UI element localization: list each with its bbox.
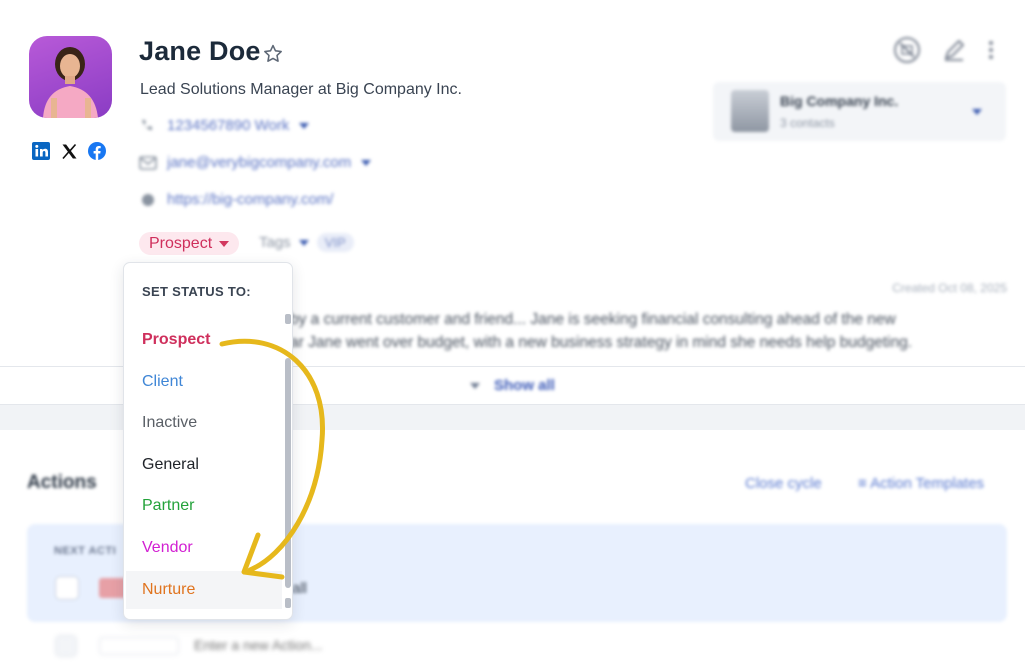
mail-icon bbox=[139, 155, 157, 170]
show-all-label: Show all bbox=[494, 377, 555, 394]
next-action-checkbox[interactable] bbox=[55, 576, 79, 600]
contact-page: Jane Doe Lead Solutions Manager at Big C… bbox=[0, 0, 1025, 670]
email-value: jane@verybigcompany.com bbox=[167, 154, 352, 171]
status-option-client[interactable]: Client bbox=[126, 363, 282, 401]
status-option-label: Vendor bbox=[142, 539, 193, 556]
website-row[interactable]: https://big-company.com/ bbox=[139, 191, 333, 208]
linkedin-icon[interactable] bbox=[32, 142, 50, 160]
tags-label: Tags bbox=[259, 234, 291, 251]
status-option-label: Client bbox=[142, 372, 183, 390]
chevron-down-icon[interactable] bbox=[299, 122, 310, 129]
more-vertical-icon[interactable] bbox=[987, 39, 995, 66]
chevron-down-icon[interactable] bbox=[298, 239, 309, 246]
new-action-row bbox=[27, 634, 1007, 658]
status-option-vendor[interactable]: Vendor bbox=[126, 529, 282, 567]
new-action-checkbox[interactable] bbox=[55, 635, 77, 657]
contact-notes: by a current customer and friend... Jane… bbox=[290, 308, 980, 354]
x-icon[interactable] bbox=[60, 142, 78, 160]
list-icon: ≡ bbox=[858, 475, 871, 492]
company-name: Big Company Inc. bbox=[780, 93, 899, 109]
status-option-nurture[interactable]: Nurture bbox=[126, 570, 282, 609]
chevron-down-icon bbox=[470, 382, 480, 389]
status-dropdown: SET STATUS TO: Prospect Client Inactive Gen… bbox=[123, 262, 293, 620]
action-type-select[interactable] bbox=[99, 637, 179, 655]
status-option-prospect[interactable]: Prospect bbox=[126, 321, 282, 359]
action-templates-label: Action Templates bbox=[870, 475, 985, 492]
company-contacts-count: 3 contacts bbox=[780, 116, 835, 130]
new-action-input[interactable] bbox=[194, 637, 594, 653]
scrollbar-thumb[interactable] bbox=[285, 358, 291, 588]
status-badge[interactable]: Prospect bbox=[139, 232, 240, 255]
scrollbar-top-cap[interactable] bbox=[285, 314, 291, 324]
avatar-portrait bbox=[43, 47, 98, 118]
status-option-inactive[interactable]: Inactive bbox=[126, 404, 282, 442]
header-actions bbox=[893, 36, 995, 69]
unsubscribe-icon[interactable] bbox=[893, 36, 921, 69]
close-cycle-button[interactable]: Close cycle bbox=[745, 475, 822, 492]
status-option-label: Prospect bbox=[142, 331, 211, 348]
contact-job-title: Lead Solutions Manager at Big Company In… bbox=[140, 81, 462, 98]
facebook-icon[interactable] bbox=[88, 142, 106, 160]
actions-heading: Actions bbox=[27, 472, 97, 493]
phone-icon bbox=[142, 119, 152, 130]
status-option-general[interactable]: General bbox=[126, 446, 282, 484]
chevron-down-icon bbox=[219, 240, 230, 247]
created-date: Created Oct 08, 2025 bbox=[892, 281, 1007, 295]
email-row[interactable]: jane@verybigcompany.com bbox=[139, 154, 372, 171]
show-all-button[interactable]: Show all bbox=[470, 377, 555, 394]
dropdown-title: SET STATUS TO: bbox=[142, 284, 251, 299]
status-option-label: Inactive bbox=[142, 414, 198, 432]
contact-name: Jane Doe bbox=[139, 36, 261, 66]
status-option-label: General bbox=[142, 455, 199, 473]
contact-avatar[interactable] bbox=[29, 36, 112, 118]
notes-line: by a current customer and friend... Jane… bbox=[290, 311, 896, 328]
status-option-label: Nurture bbox=[142, 580, 196, 598]
phone-value: 1234567890 Work bbox=[167, 117, 290, 134]
next-action-text: all bbox=[292, 580, 308, 597]
status-label: Prospect bbox=[149, 234, 213, 252]
status-option-label: Partner bbox=[142, 497, 195, 515]
website-value: https://big-company.com/ bbox=[167, 191, 334, 208]
star-icon[interactable] bbox=[262, 43, 284, 70]
company-contact-avatar bbox=[731, 90, 769, 132]
edit-icon[interactable] bbox=[941, 37, 967, 68]
chevron-down-icon[interactable] bbox=[972, 109, 982, 115]
company-card[interactable]: Big Company Inc. 3 contacts bbox=[713, 82, 1006, 141]
chevron-down-icon[interactable] bbox=[361, 159, 372, 166]
scrollbar-bottom-cap[interactable] bbox=[285, 598, 291, 608]
tag-vip[interactable]: VIP bbox=[316, 233, 354, 252]
globe-icon bbox=[142, 193, 154, 206]
status-option-partner[interactable]: Partner bbox=[126, 487, 282, 525]
tags-row[interactable]: Tags VIP bbox=[259, 233, 354, 252]
notes-line: ar Jane went over budget, with a new bus… bbox=[290, 334, 913, 351]
social-links bbox=[32, 142, 106, 160]
action-templates-button[interactable]: ≡ Action Templates bbox=[858, 475, 984, 492]
phone-row[interactable]: 1234567890 Work bbox=[139, 117, 310, 134]
next-action-label: NEXT ACTI bbox=[54, 545, 117, 557]
